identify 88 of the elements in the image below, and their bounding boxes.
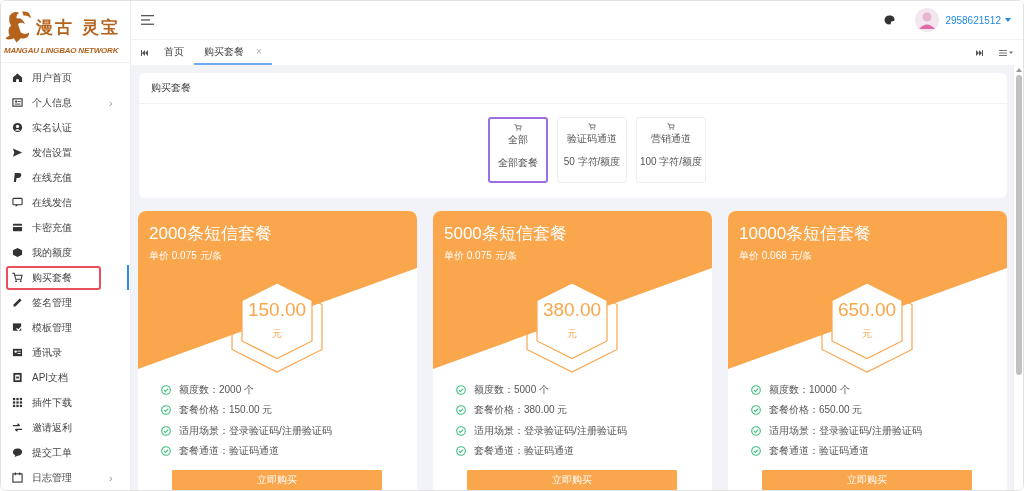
feature-text: 套餐通道：验证码通道 — [769, 444, 869, 459]
feature-text: 额度数：5000 个 — [474, 383, 550, 398]
cart-icon — [667, 123, 675, 130]
feature-text: 适用场景：登录验证码/注册验证码 — [179, 423, 332, 438]
feature-text: 套餐价格：150.00 元 — [179, 403, 273, 418]
contact-card-icon — [12, 347, 23, 358]
feature-text: 套餐通道：验证码通道 — [474, 444, 574, 459]
arrows-icon — [12, 422, 23, 433]
avatar[interactable] — [915, 8, 940, 32]
sidebar-item[interactable]: 日志管理 › — [1, 465, 130, 490]
feature-text: 套餐价格：650.00 元 — [769, 403, 863, 418]
sidebar-item[interactable]: 邀请返利 — [1, 415, 130, 440]
sidebar-item[interactable]: 在线充值 — [1, 165, 130, 190]
feature-text: 适用场景：登录验证码/注册验证码 — [474, 423, 627, 438]
check-circle-icon — [456, 385, 466, 396]
cart-icon — [12, 272, 23, 283]
scrollbar[interactable] — [1013, 65, 1023, 490]
check-circle-icon — [751, 385, 761, 396]
check-circle-icon — [161, 425, 171, 436]
sidebar-item[interactable]: 签名管理 — [1, 290, 130, 315]
sidebar-item[interactable]: 卡密充值 — [1, 215, 130, 240]
sidebar-item[interactable]: 发信设置 — [1, 140, 130, 165]
logo-subtitle: MANGAU LINGBAO NETWORK — [4, 45, 120, 56]
username-dropdown[interactable]: 2958621512 — [945, 14, 1011, 26]
logo-title: 漫古 灵宝 — [36, 16, 120, 37]
check-circle-icon — [161, 446, 171, 457]
check-circle-icon — [751, 446, 761, 457]
sidebar-item[interactable]: 提交工单 — [1, 440, 130, 465]
package-title: 5000条短信套餐 — [444, 223, 568, 245]
filter-option[interactable]: 全部 全部套餐 — [488, 117, 548, 183]
unit-price: 单价 0.075 元/条 — [149, 249, 224, 263]
price: 650.00 — [837, 298, 897, 322]
package-title: 2000条短信套餐 — [149, 223, 273, 245]
currency: 元 — [567, 327, 577, 341]
price: 150.00 — [247, 298, 307, 322]
chat-icon — [12, 447, 23, 458]
package-title: 10000条短信套餐 — [739, 223, 873, 245]
skip-back-icon[interactable] — [141, 49, 148, 56]
sidebar-item[interactable]: 我的额度 — [1, 240, 130, 265]
sidebar-item[interactable]: 通讯录 — [1, 340, 130, 365]
sidebar-item[interactable]: API文档 — [1, 365, 130, 390]
feature-text: 额度数：2000 个 — [179, 383, 255, 398]
feature-text: 额度数：10000 个 — [769, 383, 850, 398]
check-circle-icon — [751, 405, 761, 416]
sidebar-item[interactable]: 模板管理 — [1, 315, 130, 340]
feature-text: 套餐价格：380.00 元 — [474, 403, 568, 418]
card-icon — [12, 222, 23, 233]
sidebar-item[interactable]: 用户首页 — [1, 65, 130, 90]
check-circle-icon — [161, 405, 171, 416]
scroll-up-icon[interactable] — [1015, 68, 1022, 72]
filter-option[interactable]: 验证码通道 50 字符/额度 — [557, 117, 627, 183]
check-circle-icon — [751, 425, 761, 436]
checked-card-icon — [12, 322, 23, 333]
message-icon — [12, 197, 23, 208]
id-card-icon — [12, 97, 23, 108]
currency: 元 — [862, 327, 872, 341]
pencil-icon — [12, 297, 23, 308]
tab[interactable]: 首页 — [154, 40, 194, 65]
price: 380.00 — [542, 298, 602, 322]
check-circle-icon — [456, 425, 466, 436]
check-circle-icon — [161, 385, 171, 396]
document-icon — [12, 372, 23, 383]
send-icon — [12, 147, 23, 158]
list-dropdown-icon[interactable] — [999, 49, 1013, 56]
check-circle-icon — [456, 405, 466, 416]
unit-price: 单价 0.068 元/条 — [739, 249, 814, 263]
currency: 元 — [272, 327, 282, 341]
skip-forward-icon[interactable] — [976, 49, 983, 56]
sidebar-item[interactable]: 在线发信 — [1, 190, 130, 215]
chevron-icon: › — [109, 471, 113, 484]
palette-icon[interactable] — [884, 15, 896, 25]
calendar-icon — [12, 472, 23, 483]
unit-price: 单价 0.075 元/条 — [444, 249, 519, 263]
feature-text: 套餐通道：验证码通道 — [179, 444, 279, 459]
chevron-icon: › — [109, 96, 113, 109]
cart-icon — [588, 123, 596, 130]
menu-icon[interactable] — [141, 15, 154, 25]
sidebar-item[interactable]: 个人信息 › — [1, 90, 130, 115]
feature-text: 适用场景：登录验证码/注册验证码 — [769, 423, 922, 438]
filter-option[interactable]: 营销通道 100 字符/额度 — [636, 117, 706, 183]
sidebar-item[interactable]: 实名认证 — [1, 115, 130, 140]
cart-icon — [514, 124, 522, 131]
sidebar-item[interactable]: 购买套餐 — [1, 265, 130, 290]
home-icon — [12, 72, 23, 83]
check-circle-icon — [456, 446, 466, 457]
sidebar-item[interactable]: 插件下载 — [1, 390, 130, 415]
grid-icon — [12, 397, 23, 408]
panel-title: 购买套餐 — [151, 81, 191, 95]
